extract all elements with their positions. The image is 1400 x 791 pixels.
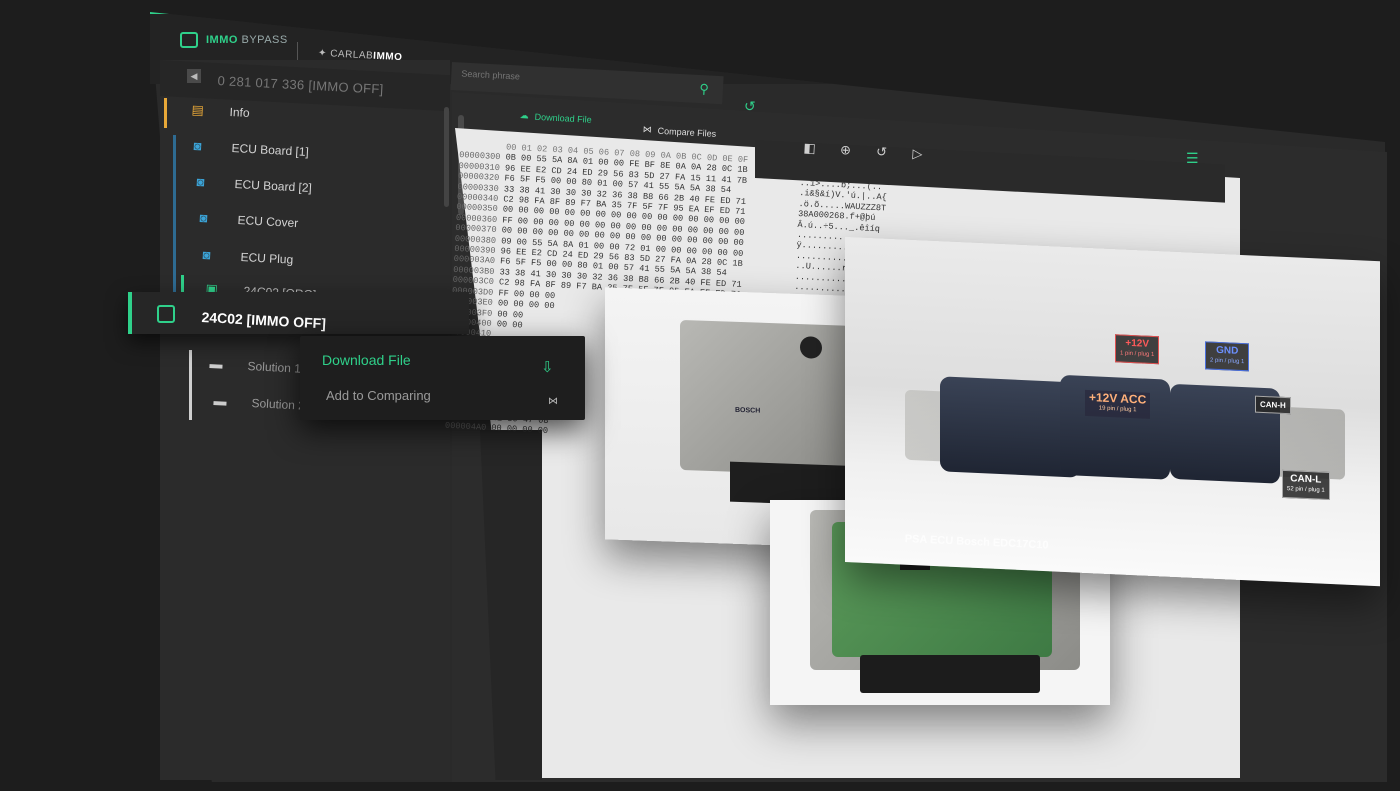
rotate-icon[interactable]: ↺ <box>874 144 889 161</box>
solutions-accent-bar <box>189 350 192 420</box>
search-icon[interactable]: ⚲ <box>699 81 709 97</box>
context-menu: Download File ⇩ Add to Comparing ⋈ <box>300 336 585 420</box>
ecu-housing <box>680 319 850 476</box>
camera-icon: ◙ <box>196 174 205 190</box>
back-button[interactable]: ◀ <box>187 69 201 83</box>
tag-gnd: GND 2 pin / plug 1 <box>1205 341 1250 372</box>
cloud-download-icon: ☁ <box>519 110 529 121</box>
chip-icon <box>157 305 175 323</box>
camera-icon: ◙ <box>199 210 208 226</box>
brand-rest: BYPASS <box>237 34 288 46</box>
menu-add-to-comparing[interactable]: Add to Comparing <box>326 388 431 403</box>
scene: IMMO BYPASS ✦ CARLABIMMO ⚲ ↺ ◀ 0 281 017… <box>0 0 1400 791</box>
zoom-icon[interactable]: ⊕ <box>838 142 853 159</box>
tag-can-l: CAN-L 52 pin / plug 1 <box>1282 469 1330 501</box>
app-logo[interactable]: IMMO BYPASS <box>180 32 288 48</box>
board-plug <box>860 655 1040 693</box>
connector-left <box>940 376 1080 478</box>
info-accent-bar <box>164 98 167 128</box>
menu-icon[interactable]: ☰ <box>1186 150 1199 167</box>
folder-icon: ▬ <box>213 393 228 409</box>
hex-address: 000004A0 <box>444 420 492 433</box>
compare-icon: ⋈ <box>642 124 652 135</box>
ecu-vent <box>800 336 822 359</box>
document-icon: ▤ <box>191 102 205 118</box>
sidebar <box>160 60 450 780</box>
cloud-download-icon[interactable]: ⇩ <box>541 358 554 376</box>
sidebar-item-info[interactable]: ▤ Info <box>191 102 250 120</box>
brand-bold: IMMO <box>206 34 238 46</box>
sidebar-scrollbar[interactable] <box>444 107 449 207</box>
bosch-label: BOSCH <box>735 406 761 415</box>
partner-wings-icon: ✦ <box>317 47 331 60</box>
camera-icon: ◙ <box>193 138 202 154</box>
compare-icon[interactable]: ⋈ <box>548 396 558 407</box>
next-icon[interactable]: ▷ <box>910 146 925 163</box>
photos-accent-bar <box>173 135 176 295</box>
folder-icon: ▬ <box>209 356 224 372</box>
tag-12v-acc: +12V ACC 19 pin / plug 1 <box>1085 389 1151 419</box>
tag-can-h: CAN-H <box>1255 395 1291 415</box>
hex-bytes: 00 00 <box>496 319 523 331</box>
menu-download-file[interactable]: Download File <box>322 352 411 368</box>
logo-divider <box>297 42 298 62</box>
camera-icon: ◙ <box>202 247 211 263</box>
prev-icon[interactable]: ◧ <box>802 140 817 157</box>
app-logo-icon <box>180 32 198 48</box>
tag-12v: +12V 1 pin / plug 1 <box>1115 334 1160 365</box>
